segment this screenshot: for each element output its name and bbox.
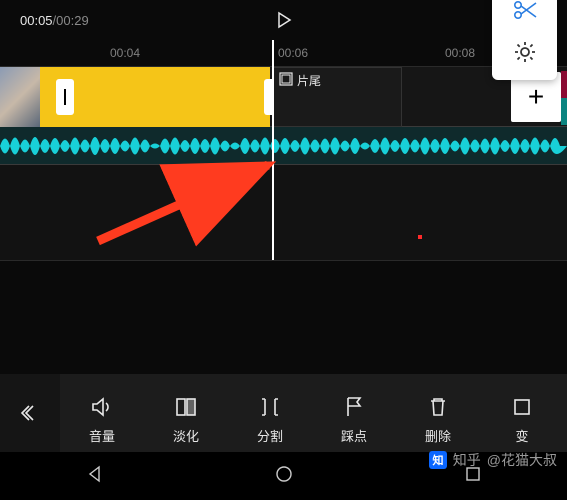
total-time: /00:29 (53, 13, 89, 28)
tool-label: 音量 (89, 426, 115, 445)
video-track[interactable]: 片尾 + (0, 67, 567, 127)
tool-delete[interactable]: 删除 (396, 382, 480, 445)
tool-fade[interactable]: 淡化 (144, 382, 228, 445)
audio-track[interactable] (0, 127, 567, 165)
playback-bar: 00:05/00:29 (0, 0, 567, 40)
scissors-icon[interactable] (512, 0, 538, 25)
fade-icon (173, 394, 199, 420)
tool-label: 变 (515, 426, 528, 445)
svg-text:知: 知 (431, 453, 443, 467)
floating-tools-panel (492, 0, 557, 80)
trash-icon (425, 394, 451, 420)
ruler-tick: 00:04 (110, 46, 140, 60)
gear-icon[interactable] (512, 39, 538, 70)
tool-beat[interactable]: 踩点 (312, 382, 396, 445)
clip-handle-left[interactable] (56, 79, 74, 115)
tool-row: 音量 淡化 分割 踩点 删除 变 (60, 382, 567, 445)
volume-icon (89, 394, 115, 420)
ending-clip-label: 片尾 (297, 72, 321, 89)
tool-label: 淡化 (173, 426, 199, 445)
waveform (0, 127, 567, 165)
crop-icon (509, 394, 535, 420)
marker-dot (418, 235, 422, 239)
play-button[interactable] (272, 8, 296, 32)
tool-label: 分割 (257, 426, 283, 445)
timeline-ruler[interactable]: 00:04 00:06 00:08 (0, 40, 567, 66)
back-button[interactable] (0, 374, 60, 452)
flag-icon (341, 394, 367, 420)
split-icon (257, 394, 283, 420)
empty-track[interactable] (0, 165, 567, 260)
ruler-tick: 00:08 (445, 46, 475, 60)
video-clip[interactable] (40, 67, 270, 127)
tool-more[interactable]: 变 (480, 382, 564, 445)
zhihu-icon: 知 (429, 451, 447, 469)
time-display: 00:05/00:29 (20, 13, 89, 28)
nav-home-icon[interactable] (274, 464, 294, 489)
current-time: 00:05 (20, 13, 53, 28)
playhead[interactable] (272, 40, 274, 260)
ending-icon (279, 72, 293, 86)
ending-clip[interactable]: 片尾 (272, 67, 402, 127)
tool-volume[interactable]: 音量 (60, 382, 144, 445)
tool-label: 删除 (425, 426, 451, 445)
timeline-tracks[interactable]: 片尾 + (0, 66, 567, 261)
edit-toolbar: 音量 淡化 分割 踩点 删除 变 (0, 374, 567, 452)
tiktok-accent (561, 71, 567, 125)
ruler-tick: 00:06 (278, 46, 308, 60)
watermark: 知 知乎 @花猫大叔 (429, 450, 557, 470)
watermark-site: 知乎 (453, 450, 481, 470)
tool-label: 踩点 (341, 426, 367, 445)
tool-split[interactable]: 分割 (228, 382, 312, 445)
watermark-user: @花猫大叔 (487, 450, 557, 470)
nav-back-icon[interactable] (84, 463, 106, 490)
clip-thumbnail[interactable] (0, 67, 40, 127)
